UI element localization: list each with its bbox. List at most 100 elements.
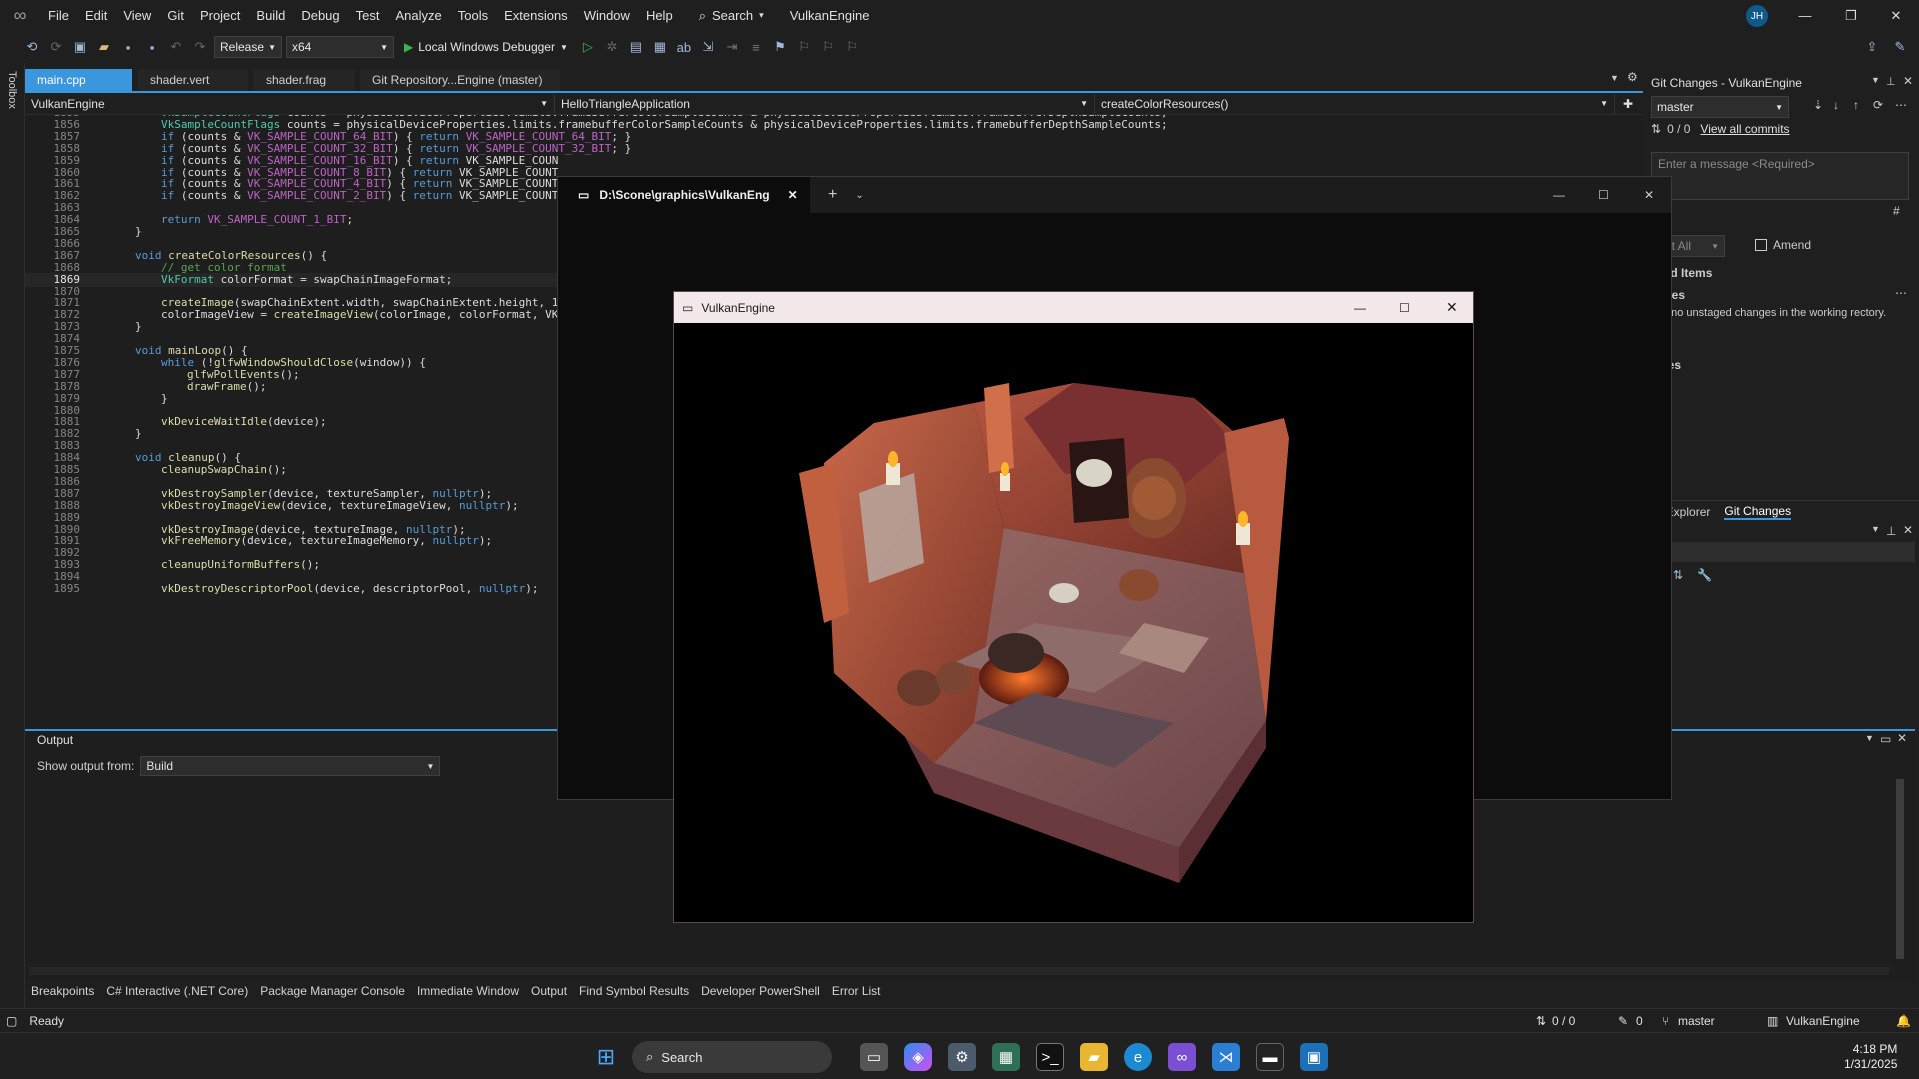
start-without-debugging-icon[interactable]: ▷ — [578, 37, 598, 57]
minimize-icon[interactable]: — — [1782, 0, 1828, 31]
restore-icon[interactable]: ❐ — [1828, 0, 1874, 31]
menu-tools[interactable]: Tools — [450, 0, 496, 31]
save-all-icon[interactable]: ▪ — [142, 37, 162, 57]
layout-icon[interactable]: ▦ — [650, 37, 670, 57]
task-view-icon[interactable]: ▭ — [860, 1043, 888, 1071]
tab-find-symbol-results[interactable]: Find Symbol Results — [579, 984, 689, 998]
bookmark-icon[interactable]: ⚑ — [770, 37, 790, 57]
tab-developer-powershell[interactable]: Developer PowerShell — [701, 984, 820, 998]
menu-window[interactable]: Window — [576, 0, 638, 31]
notification-bell-icon[interactable]: 🔔 — [1896, 1014, 1911, 1028]
minimize-icon[interactable]: — — [1553, 188, 1565, 202]
start-debugger-button[interactable]: ▶ Local Windows Debugger ▼ — [398, 40, 574, 54]
terminal-titlebar[interactable]: ▭ D:\Scone\graphics\VulkanEng ✕ + ⌄ — ☐ … — [558, 177, 1671, 213]
terminal-tab[interactable]: ▭ D:\Scone\graphics\VulkanEng ✕ — [558, 177, 810, 213]
status-changes-count[interactable]: 0 — [1636, 1014, 1643, 1028]
sort-icon[interactable]: ⇅ — [1673, 568, 1683, 582]
more-options-icon[interactable]: ⋯ — [1895, 98, 1907, 112]
redo-icon[interactable]: ↷ — [190, 37, 210, 57]
member-dropdown[interactable]: createColorResources() ▼ — [1095, 93, 1615, 114]
menu-help[interactable]: Help — [638, 0, 681, 31]
visual-studio-icon[interactable]: ∞ — [1168, 1043, 1196, 1071]
tab-dropdown-icon[interactable]: ⌄ — [855, 190, 863, 201]
status-sync-count[interactable]: 0 / 0 — [1552, 1014, 1575, 1028]
search-menu-button[interactable]: ⌕ Search ▾ — [691, 8, 772, 24]
platform-dropdown[interactable]: x64 ▼ — [286, 36, 394, 58]
push-icon[interactable]: ↑ — [1853, 98, 1859, 112]
status-repo[interactable]: VulkanEngine — [1786, 1014, 1860, 1028]
bookmark-next-icon[interactable]: ⚐ — [818, 37, 838, 57]
bookmark-prev-icon[interactable]: ⚐ — [794, 37, 814, 57]
tab-shader-frag[interactable]: shader.frag — [254, 69, 354, 91]
panel-menu-icon[interactable]: ▼ — [1871, 524, 1880, 534]
sync-icon[interactable]: ⟳ — [1873, 98, 1883, 112]
tab-git-repository[interactable]: Git Repository...Engine (master) — [360, 69, 560, 91]
close-icon[interactable]: ✕ — [1446, 299, 1458, 316]
menu-extensions[interactable]: Extensions — [496, 0, 576, 31]
browse-icon[interactable]: ▤ — [626, 37, 646, 57]
edge-icon[interactable]: e — [1124, 1043, 1152, 1071]
new-tab-icon[interactable]: + — [828, 186, 837, 204]
calculator-icon[interactable]: ▦ — [992, 1043, 1020, 1071]
pin-icon[interactable]: ⊥ — [1886, 75, 1896, 88]
pin-icon[interactable]: ⊥ — [1886, 524, 1896, 538]
settings-icon[interactable]: ⚙ — [948, 1043, 976, 1071]
new-project-icon[interactable]: ▣ — [70, 37, 90, 57]
close-tab-icon[interactable]: ✕ — [788, 188, 798, 202]
visual-studio-logo-icon[interactable]: ∞ — [0, 0, 40, 31]
close-icon[interactable]: ✕ — [1873, 0, 1919, 31]
close-icon[interactable]: ✕ — [1644, 188, 1654, 202]
toolbox-sidebar[interactable]: Toolbox — [0, 63, 25, 1009]
pin-icon[interactable]: ▭ — [1880, 732, 1891, 746]
spell-check-icon[interactable]: ab — [674, 37, 694, 57]
vscode-icon[interactable]: ⋊ — [1212, 1043, 1240, 1071]
save-icon[interactable]: ▪ — [118, 37, 138, 57]
panel-menu-icon[interactable]: ▼ — [1865, 733, 1874, 743]
tab-immediate-window[interactable]: Immediate Window — [417, 984, 519, 998]
menu-test[interactable]: Test — [348, 0, 388, 31]
minimize-icon[interactable]: — — [1354, 301, 1366, 315]
panel-menu-icon[interactable]: ▼ — [1871, 75, 1880, 85]
properties-object-dropdown[interactable] — [1643, 542, 1915, 562]
tab-git-changes[interactable]: Git Changes — [1724, 504, 1792, 520]
tab-shader-vert[interactable]: shader.vert — [138, 69, 248, 91]
menu-view[interactable]: View — [115, 0, 159, 31]
undo-icon[interactable]: ↶ — [166, 37, 186, 57]
open-file-icon[interactable]: ▰ — [94, 37, 114, 57]
menu-project[interactable]: Project — [192, 0, 248, 31]
status-branch[interactable]: master — [1678, 1014, 1715, 1028]
output-source-dropdown[interactable]: Build ▼ — [140, 756, 441, 776]
menu-git[interactable]: Git — [159, 0, 192, 31]
settings-gear-icon[interactable]: ⚙ — [1627, 70, 1638, 84]
tab-breakpoints[interactable]: Breakpoints — [31, 984, 94, 998]
step-icon[interactable]: ⇲ — [698, 37, 718, 57]
vertical-scrollbar[interactable] — [1896, 779, 1904, 959]
share-icon[interactable]: ⇪ — [1862, 37, 1882, 57]
console-icon[interactable]: ▬ — [1256, 1043, 1284, 1071]
vulkan-app-icon[interactable]: ▣ — [1300, 1043, 1328, 1071]
close-panel-icon[interactable]: ✕ — [1903, 74, 1913, 88]
avatar[interactable]: JH — [1746, 5, 1768, 27]
tab-list-chevron-icon[interactable]: ▼ — [1610, 73, 1619, 83]
maximize-icon[interactable]: ☐ — [1598, 188, 1609, 202]
clock[interactable]: 4:18 PM 1/31/2025 — [1844, 1042, 1897, 1072]
terminal-app-icon[interactable]: >_ — [1036, 1043, 1064, 1071]
view-all-commits-link[interactable]: View all commits — [1700, 122, 1789, 136]
hash-icon[interactable]: # — [1893, 204, 1900, 218]
amend-checkbox[interactable]: Amend — [1755, 238, 1811, 252]
property-pages-icon[interactable]: 🔧 — [1697, 568, 1712, 582]
branch-dropdown[interactable]: master ▼ — [1651, 96, 1789, 118]
horizontal-scrollbar[interactable] — [29, 967, 1889, 975]
bookmark-clear-icon[interactable]: ⚐ — [842, 37, 862, 57]
menu-build[interactable]: Build — [248, 0, 293, 31]
menu-edit[interactable]: Edit — [77, 0, 115, 31]
vulkan-window[interactable]: ▭ VulkanEngine — ☐ ✕ — [673, 291, 1474, 923]
tab-package-manager-console[interactable]: Package Manager Console — [260, 984, 405, 998]
back-icon[interactable]: ⟲ — [22, 37, 42, 57]
indent-icon[interactable]: ⇥ — [722, 37, 742, 57]
commit-message-input[interactable]: Enter a message <Required> — [1651, 152, 1909, 200]
tab-csharp-interactive[interactable]: C# Interactive (.NET Core) — [106, 984, 248, 998]
menu-file[interactable]: File — [40, 0, 77, 31]
close-panel-icon[interactable]: ✕ — [1903, 523, 1913, 537]
configuration-dropdown[interactable]: Release ▼ — [214, 36, 282, 58]
